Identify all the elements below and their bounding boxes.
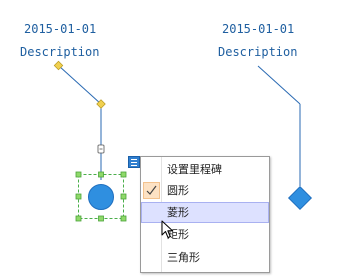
- milestone-1-date[interactable]: 2015-01-01: [24, 22, 96, 36]
- menu-item-label: 设置里程碑: [167, 163, 222, 176]
- milestone-2-description[interactable]: Description: [218, 45, 297, 59]
- menu-item-label: 三角形: [167, 251, 200, 264]
- shape-context-menu: 设置里程碑 圆形 菱形 矩形 三角形: [140, 156, 270, 273]
- hamburger-icon-line-2: [131, 162, 137, 163]
- milestone-2-date[interactable]: 2015-01-01: [222, 22, 294, 36]
- milestone-circle-shape[interactable]: [88, 184, 114, 210]
- checkmark-icon: [143, 182, 160, 199]
- menu-item-set-milestone[interactable]: 设置里程碑: [141, 159, 269, 180]
- menu-item-label: 圆形: [167, 184, 189, 197]
- hamburger-icon: [131, 159, 137, 160]
- menu-item-circle[interactable]: 圆形: [141, 180, 269, 201]
- arrow-cursor-icon: [161, 220, 173, 238]
- milestone-1-description[interactable]: Description: [20, 45, 99, 59]
- menu-item-triangle[interactable]: 三角形: [141, 247, 269, 268]
- hamburger-icon-line-3: [131, 165, 137, 166]
- connector-handle[interactable]: [97, 144, 105, 154]
- milestone-1-connector[interactable]: [58, 65, 102, 180]
- milestone-diamond-shape[interactable]: [287, 185, 313, 211]
- shape-menu-toggle-button[interactable]: [128, 156, 140, 168]
